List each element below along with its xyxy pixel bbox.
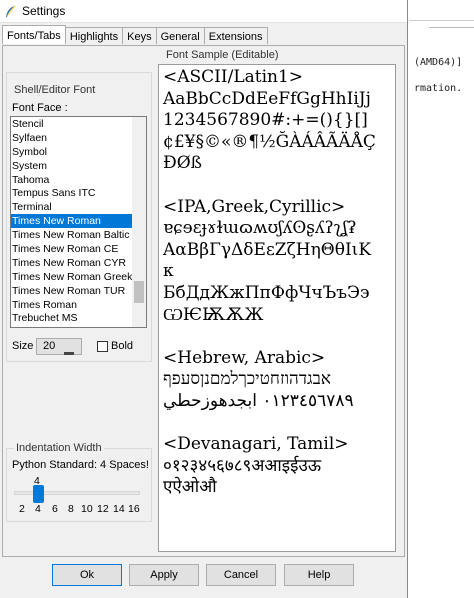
dropdown-indicator-icon	[64, 346, 74, 355]
background-shell-window: (AMD64)] rmation.	[409, 0, 474, 598]
font-face-label: Font Face :	[12, 102, 68, 114]
tick-label: 4	[35, 503, 41, 515]
tick-label: 14	[113, 503, 125, 515]
font-sample-label: Font Sample (Editable)	[166, 49, 279, 61]
font-list-item[interactable]: Trebuchet MS	[11, 311, 133, 325]
font-list-item[interactable]: System	[11, 159, 133, 173]
background-window-divider	[429, 27, 474, 28]
tick-label: 6	[52, 503, 58, 515]
font-list-item[interactable]: Tahoma	[11, 173, 133, 187]
indentation-slider-thumb[interactable]	[33, 485, 44, 503]
title-bar[interactable]: Settings	[0, 0, 407, 23]
font-list-items: Stencil Sylfaen Symbol System Tahoma Tempus S…	[11, 117, 133, 325]
settings-feather-icon	[4, 5, 17, 18]
ok-button[interactable]: Ok	[52, 564, 122, 586]
tab-general[interactable]: General	[155, 27, 205, 44]
size-value: 20	[43, 340, 56, 352]
bold-checkbox[interactable]	[97, 341, 108, 352]
background-text-line: rmation.	[414, 83, 463, 94]
font-sample-text[interactable]: <ASCII/Latin1> AaBbCcDdEeFfGgHhIiJj 1234…	[159, 65, 395, 499]
size-dropdown[interactable]: 20	[36, 338, 82, 355]
tick-label: 8	[68, 503, 74, 515]
settings-dialog: Settings Fonts/Tabs Highlights Keys Gene…	[0, 0, 408, 598]
font-list-scrollbar[interactable]	[132, 117, 146, 327]
tick-label: 12	[97, 503, 109, 515]
indentation-group-label: Indentation Width	[14, 442, 104, 454]
tab-keys[interactable]: Keys	[122, 27, 157, 44]
font-list-item[interactable]: Tempus Sans ITC	[11, 186, 133, 200]
tick-label: 16	[128, 503, 140, 515]
font-sample-textbox[interactable]: <ASCII/Latin1> AaBbCcDdEeFfGgHhIiJj 1234…	[158, 64, 396, 552]
tab-fonts-tabs[interactable]: Fonts/Tabs	[2, 25, 66, 44]
font-list-item[interactable]: Times Roman	[11, 298, 133, 312]
tab-highlights[interactable]: Highlights	[64, 27, 124, 44]
tick-label: 10	[81, 503, 93, 515]
font-face-listbox[interactable]: Stencil Sylfaen Symbol System Tahoma Tempus S…	[10, 116, 147, 328]
font-list-item[interactable]: Times New Roman TUR	[11, 284, 133, 298]
font-list-item[interactable]: Stencil	[11, 117, 133, 131]
background-text-line: (AMD64)]	[414, 57, 463, 68]
font-list-item[interactable]: Times New Roman CYR	[11, 256, 133, 270]
shell-font-group-label: Shell/Editor Font	[14, 84, 96, 96]
cancel-button[interactable]: Cancel	[206, 564, 276, 586]
window-title: Settings	[22, 4, 66, 18]
font-list-item[interactable]: Sylfaen	[11, 131, 133, 145]
font-list-item[interactable]: Symbol	[11, 145, 133, 159]
apply-button[interactable]: Apply	[129, 564, 199, 586]
tab-extensions[interactable]: Extensions	[203, 27, 268, 44]
font-list-scroll-thumb[interactable]	[134, 281, 144, 303]
bold-label: Bold	[111, 340, 134, 352]
tab-strip: Fonts/Tabs Highlights Keys General Exten…	[2, 25, 268, 46]
tick-label: 2	[19, 503, 25, 515]
help-button[interactable]: Help	[284, 564, 354, 586]
font-list-item[interactable]: Terminal	[11, 200, 133, 214]
font-list-item[interactable]: Times New Roman Greek	[11, 270, 133, 284]
font-list-item[interactable]: Times New Roman	[11, 214, 133, 229]
python-standard-text: Python Standard: 4 Spaces!	[12, 459, 149, 471]
font-list-item[interactable]: Times New Roman CE	[11, 242, 133, 256]
font-list-item[interactable]: Times New Roman Baltic	[11, 228, 133, 242]
background-window-divider	[409, 20, 474, 21]
